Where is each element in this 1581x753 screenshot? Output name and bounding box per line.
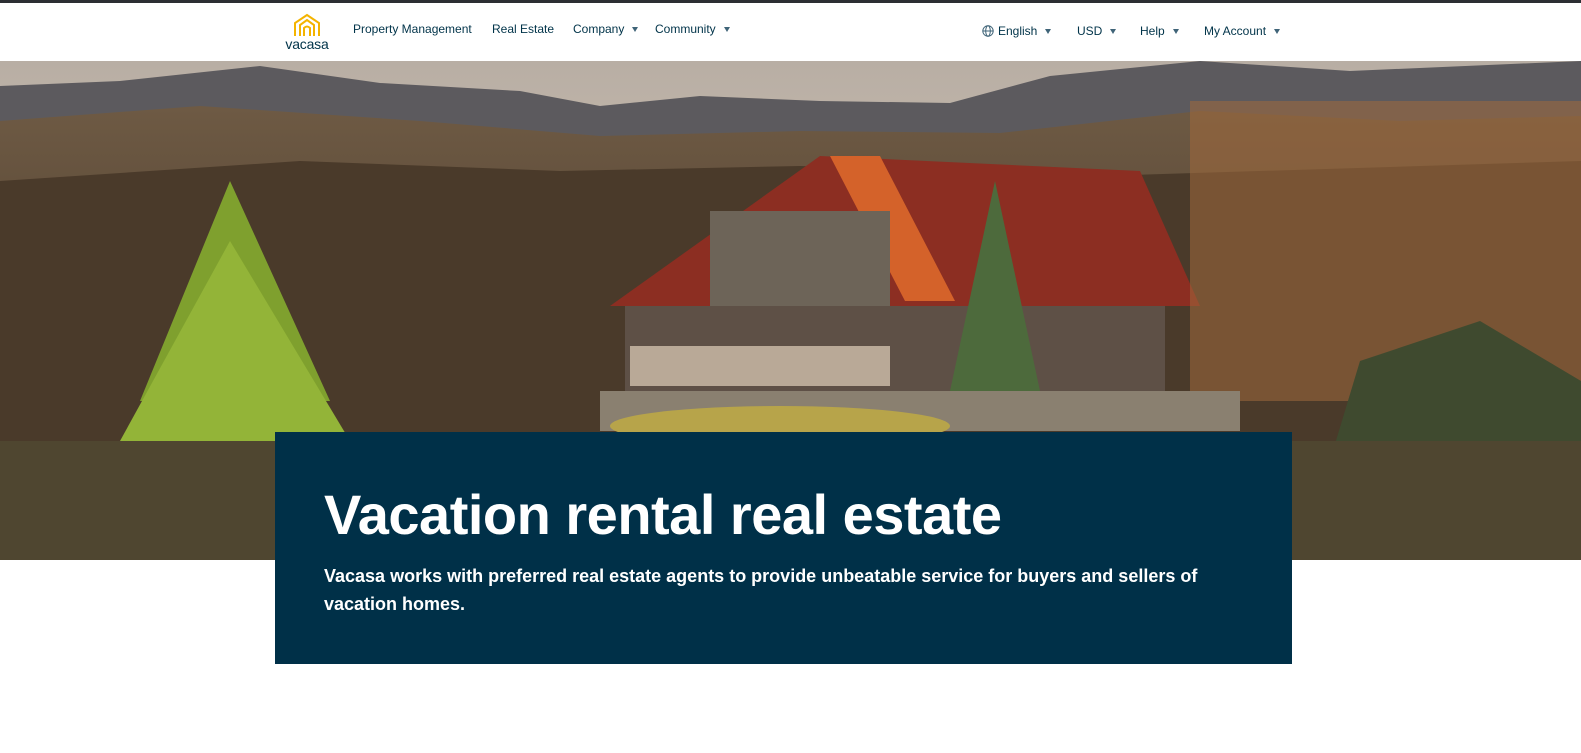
hero-card: Vacation rental real estate Vacasa works… [275, 432, 1292, 664]
my-account-menu[interactable]: My Account [1204, 24, 1281, 38]
my-account-label: My Account [1204, 24, 1267, 38]
caret-down-icon [1172, 28, 1179, 34]
help-label: Help [1140, 24, 1165, 38]
hero-description: Vacasa works with preferred real estate … [324, 566, 1198, 614]
hero-title: Vacation rental real estate [324, 483, 1002, 546]
nav-company-label: Company [573, 22, 625, 36]
nav-real-estate-label: Real Estate [492, 22, 555, 36]
house-logo-icon [294, 13, 320, 36]
help-menu[interactable]: Help [1140, 24, 1179, 38]
currency-selector[interactable]: USD [1077, 24, 1117, 38]
nav-property-management[interactable]: Property Management [353, 22, 472, 36]
nav-community[interactable]: Community [655, 22, 730, 36]
nav-company[interactable]: Company [573, 22, 639, 36]
currency-label: USD [1077, 24, 1103, 38]
nav-property-management-label: Property Management [353, 22, 472, 36]
caret-down-icon [1110, 28, 1117, 34]
caret-down-icon [1045, 28, 1052, 34]
language-label: English [998, 24, 1038, 38]
caret-down-icon [1274, 28, 1281, 34]
vacasa-logo[interactable]: vacasa [281, 13, 333, 53]
caret-down-icon [723, 26, 730, 32]
nav-real-estate[interactable]: Real Estate [492, 22, 554, 36]
caret-down-icon [632, 26, 639, 32]
logo-wordmark: vacasa [285, 36, 329, 52]
site-header: vacasa Property Management Real Estate C… [0, 3, 1581, 61]
globe-icon [982, 25, 994, 37]
nav-community-label: Community [655, 22, 716, 36]
language-selector[interactable]: English [982, 24, 1052, 38]
